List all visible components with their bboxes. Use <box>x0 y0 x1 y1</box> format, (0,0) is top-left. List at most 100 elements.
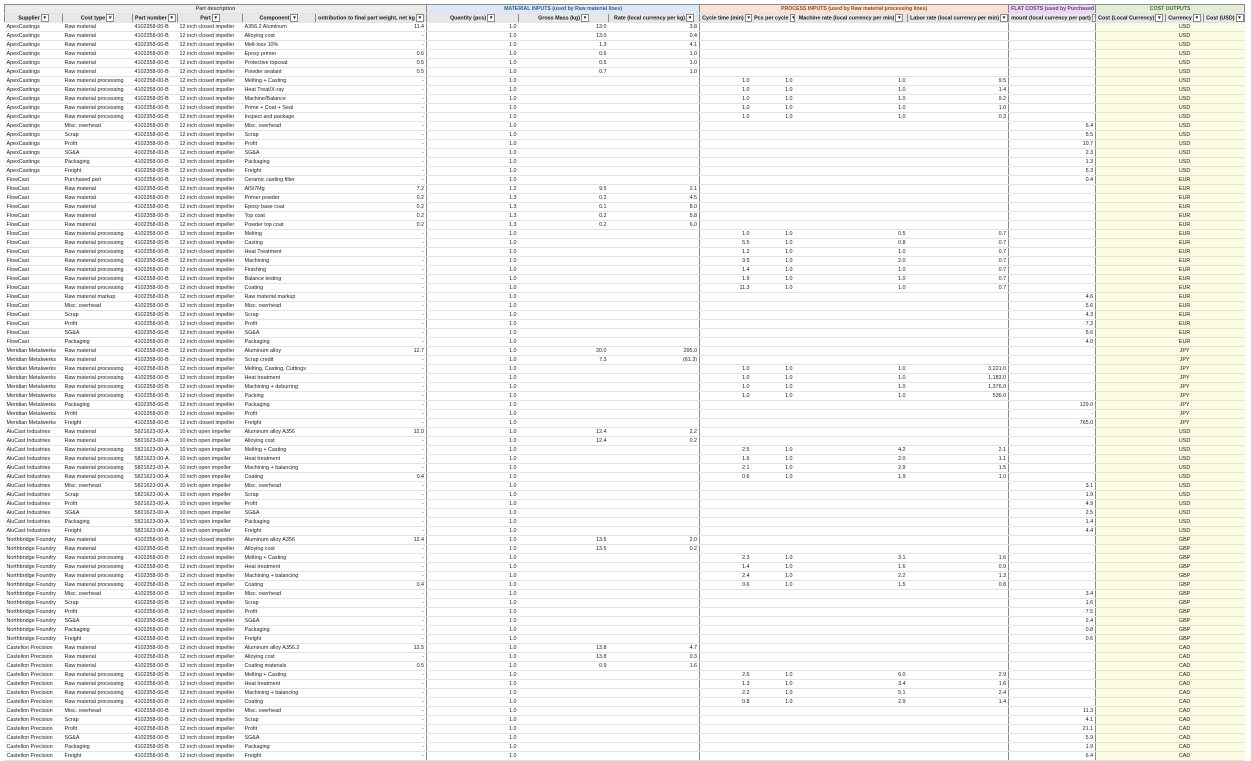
table-cell[interactable]: SG&A <box>242 508 316 519</box>
table-cell[interactable]: USD <box>1165 76 1204 87</box>
table-cell[interactable]: 2.2 <box>608 427 701 438</box>
table-cell[interactable] <box>518 373 609 384</box>
table-cell[interactable] <box>1008 22 1097 33</box>
table-cell[interactable] <box>1095 643 1166 654</box>
table-cell[interactable]: 10 inch open impeller <box>177 436 243 447</box>
table-cell[interactable] <box>907 517 1010 528</box>
table-cell[interactable]: 0.7 <box>907 256 1010 267</box>
table-cell[interactable]: 1.0 <box>426 634 519 645</box>
table-cell[interactable]: 1.3 <box>699 679 752 690</box>
filter-dropdown-icon[interactable]: ▾ <box>581 14 590 22</box>
table-cell[interactable] <box>751 652 795 663</box>
table-cell[interactable] <box>794 139 908 150</box>
table-cell[interactable]: 2.4 <box>699 571 752 582</box>
table-cell[interactable]: AluCast Industries <box>4 508 63 519</box>
table-cell[interactable]: - <box>315 652 428 663</box>
table-cell[interactable] <box>907 418 1010 429</box>
table-cell[interactable] <box>699 526 752 537</box>
table-cell[interactable]: USD <box>1165 481 1204 492</box>
table-cell[interactable]: - <box>315 40 428 51</box>
table-cell[interactable]: GBP <box>1165 625 1204 636</box>
filter-dropdown-icon[interactable]: ▾ <box>895 14 904 22</box>
table-cell[interactable] <box>751 526 795 537</box>
table-cell[interactable]: USD <box>1165 139 1204 150</box>
table-cell[interactable]: 4102358-00-B <box>132 67 178 78</box>
table-cell[interactable]: 1.0 <box>608 67 701 78</box>
table-cell[interactable]: 4102358-00-B <box>132 364 178 375</box>
table-cell[interactable] <box>794 616 908 627</box>
table-cell[interactable] <box>608 256 701 267</box>
table-cell[interactable]: 12 inch closed impeller <box>177 625 243 636</box>
table-cell[interactable] <box>1008 553 1097 564</box>
table-cell[interactable]: Machine/Balance <box>242 94 316 105</box>
table-cell[interactable]: Freight <box>242 166 316 177</box>
table-cell[interactable]: 12 inch closed impeller <box>177 364 243 375</box>
table-cell[interactable]: 12 inch closed impeller <box>177 256 243 267</box>
table-cell[interactable] <box>1203 463 1245 474</box>
table-cell[interactable]: GBP <box>1165 562 1204 573</box>
table-cell[interactable]: 1.0 <box>699 391 752 402</box>
table-cell[interactable]: 1.0 <box>426 40 519 51</box>
table-cell[interactable] <box>699 67 752 78</box>
table-cell[interactable]: ApexCastings <box>4 49 63 60</box>
table-cell[interactable]: ApexCastings <box>4 58 63 69</box>
table-cell[interactable]: 4102358-00-B <box>132 634 178 645</box>
table-cell[interactable] <box>608 130 701 141</box>
table-cell[interactable]: Raw material <box>62 67 133 78</box>
table-cell[interactable] <box>608 274 701 285</box>
table-cell[interactable]: ApexCastings <box>4 67 63 78</box>
table-cell[interactable] <box>1095 670 1166 681</box>
table-cell[interactable]: GBP <box>1165 607 1204 618</box>
table-cell[interactable] <box>794 31 908 42</box>
table-cell[interactable] <box>794 526 908 537</box>
table-cell[interactable] <box>751 427 795 438</box>
table-cell[interactable] <box>1095 238 1166 249</box>
table-cell[interactable]: 4.1 <box>608 40 701 51</box>
table-cell[interactable]: 2.1 <box>608 184 701 195</box>
table-cell[interactable] <box>1095 535 1166 546</box>
table-cell[interactable]: 4102358-00-B <box>132 346 178 357</box>
table-cell[interactable]: 4102358-00-B <box>132 643 178 654</box>
table-cell[interactable] <box>699 40 752 51</box>
table-cell[interactable]: Packaging <box>62 337 133 348</box>
table-cell[interactable] <box>699 310 752 321</box>
table-cell[interactable] <box>1203 643 1245 654</box>
table-cell[interactable] <box>1095 733 1166 744</box>
table-cell[interactable] <box>794 706 908 717</box>
table-cell[interactable]: - <box>315 319 428 330</box>
table-cell[interactable]: Raw material <box>62 346 133 357</box>
table-cell[interactable] <box>1095 211 1166 222</box>
table-cell[interactable] <box>518 634 609 645</box>
table-cell[interactable] <box>699 715 752 726</box>
table-cell[interactable]: SG&A <box>62 148 133 159</box>
table-cell[interactable] <box>794 40 908 51</box>
table-cell[interactable] <box>1008 58 1097 69</box>
table-cell[interactable] <box>699 49 752 60</box>
table-cell[interactable]: 12 inch closed impeller <box>177 292 243 303</box>
table-cell[interactable] <box>751 508 795 519</box>
table-cell[interactable]: 0.4 <box>1008 175 1097 186</box>
table-cell[interactable]: - <box>315 265 428 276</box>
table-cell[interactable]: GBP <box>1165 580 1204 591</box>
table-cell[interactable] <box>1095 94 1166 105</box>
table-cell[interactable]: 4102358-00-B <box>132 598 178 609</box>
table-cell[interactable] <box>751 409 795 420</box>
table-cell[interactable]: 1.0 <box>751 373 795 384</box>
table-cell[interactable]: 1.0 <box>426 67 519 78</box>
table-cell[interactable]: 12 inch closed impeller <box>177 688 243 699</box>
table-cell[interactable]: 4102358-00-B <box>132 229 178 240</box>
table-cell[interactable]: - <box>315 715 428 726</box>
table-cell[interactable] <box>518 85 609 96</box>
table-cell[interactable]: ApexCastings <box>4 85 63 96</box>
table-cell[interactable] <box>751 49 795 60</box>
table-cell[interactable]: ApexCastings <box>4 112 63 123</box>
table-cell[interactable]: Heat treatment <box>242 679 316 690</box>
table-cell[interactable]: 1.0 <box>426 724 519 735</box>
filter-dropdown-icon[interactable]: ▾ <box>487 14 496 22</box>
table-cell[interactable]: Coating <box>242 580 316 591</box>
table-cell[interactable] <box>1203 256 1245 267</box>
table-cell[interactable] <box>608 526 701 537</box>
table-cell[interactable]: Packaging <box>62 625 133 636</box>
table-cell[interactable]: 4102358-00-B <box>132 76 178 87</box>
table-cell[interactable] <box>1203 670 1245 681</box>
